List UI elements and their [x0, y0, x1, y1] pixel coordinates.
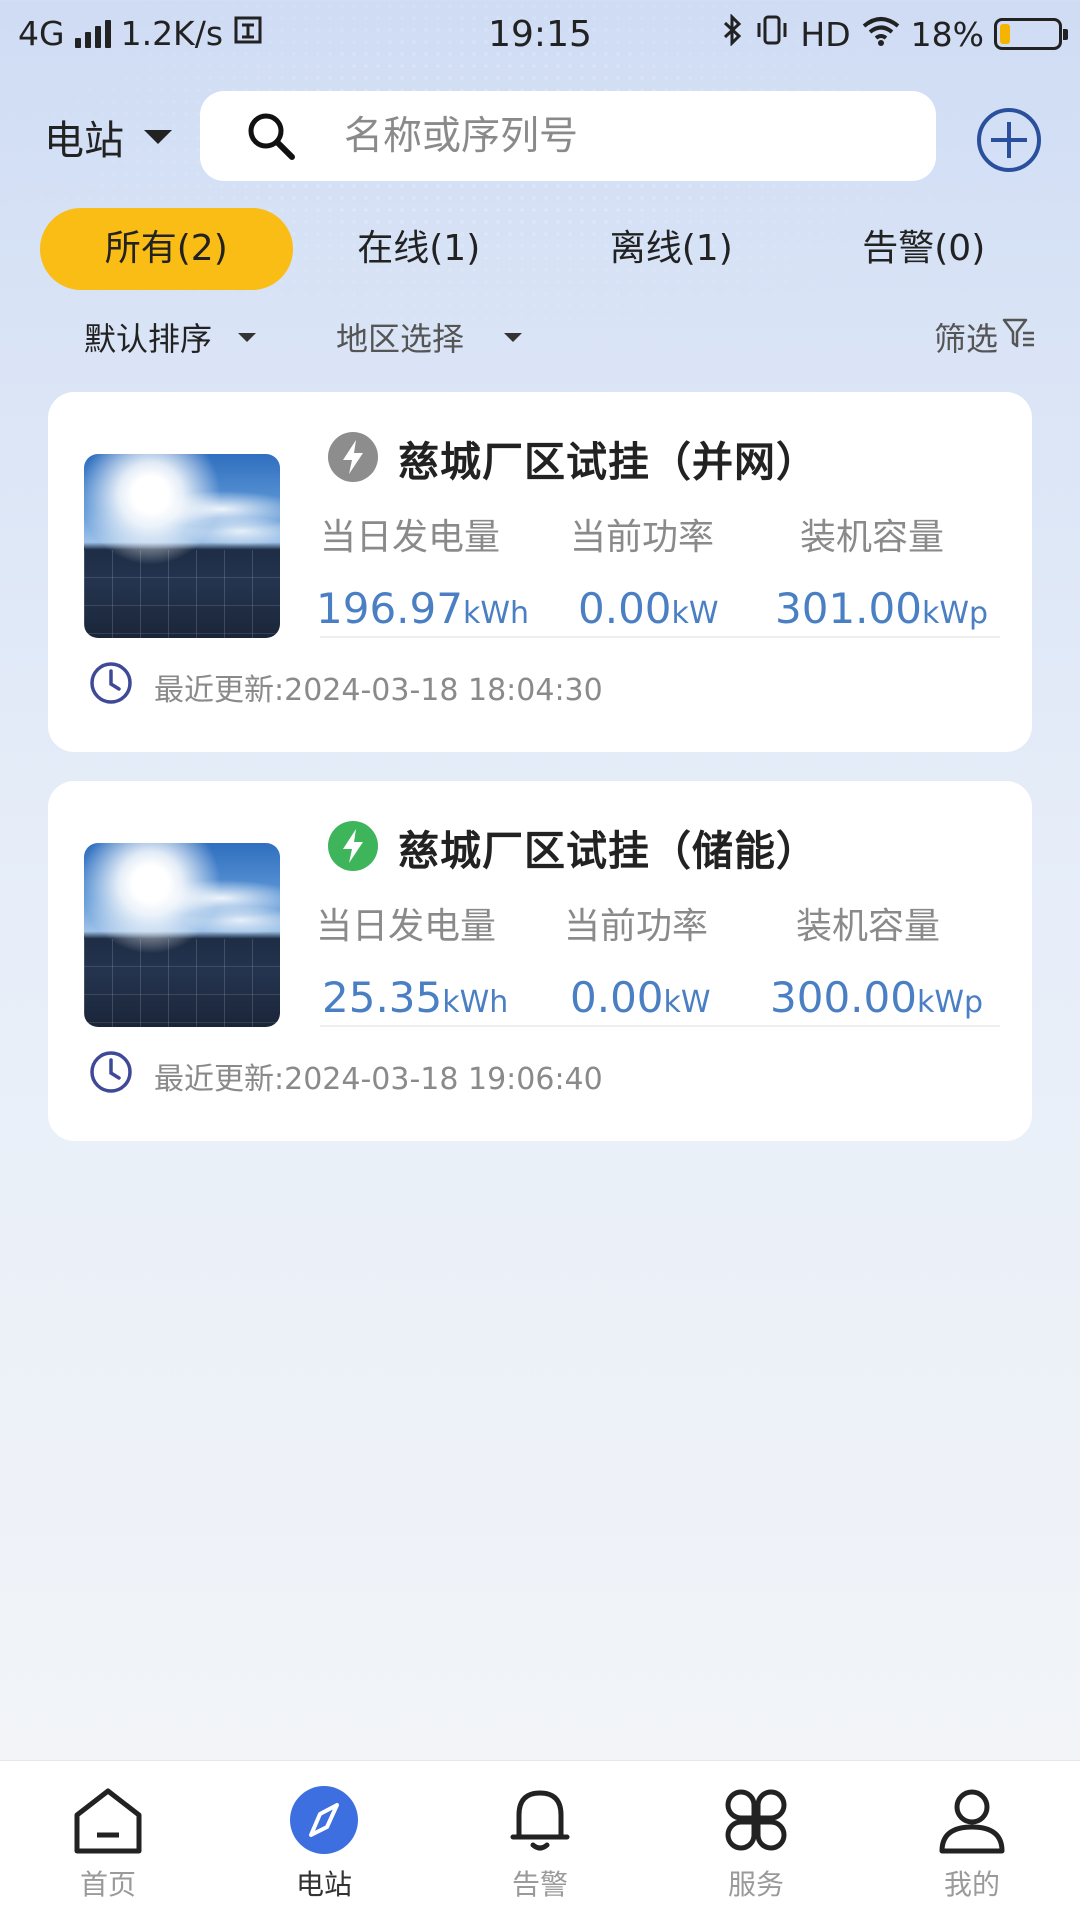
station-type-dropdown[interactable]: 电站 — [44, 108, 172, 166]
station-name: 慈城厂区试挂（储能） — [398, 827, 818, 875]
current-power-unit: kW — [671, 596, 719, 631]
daily-energy-unit: kWh — [442, 985, 509, 1020]
nav-alarm[interactable]: 告警 — [432, 1761, 648, 1920]
battery-fill — [1000, 24, 1010, 44]
station-card[interactable]: 慈城厂区试挂（储能） 当日发电量 当前功率 装机容量 25.35kWh 0.00… — [48, 781, 1032, 1141]
nav-station-label: 电站 — [295, 1868, 352, 1901]
last-updated-text: 最近更新:2024-03-18 18:04:30 — [154, 673, 603, 708]
sort-dropdown[interactable]: 默认排序 — [84, 314, 257, 360]
capacity-value: 301.00kWp — [775, 584, 988, 633]
sort-label: 默认排序 — [84, 320, 213, 358]
nav-alarm-label: 告警 — [511, 1868, 568, 1901]
nav-service-label: 服务 — [727, 1868, 784, 1901]
station-stats: 当日发电量 当前功率 装机容量 25.35kWh 0.00kW 300.00kW… — [316, 897, 1000, 1027]
daily-energy-value: 196.97kWh — [316, 584, 529, 633]
tab-online[interactable]: 在线(1) — [293, 208, 546, 290]
sort-filter-row: 默认排序 地区选择 筛选 — [0, 310, 1080, 360]
region-dropdown[interactable]: 地区选择 — [336, 314, 523, 360]
filter-icon — [1002, 317, 1036, 357]
current-power-number: 0.00 — [570, 973, 664, 1022]
battery-percent: 18% — [910, 14, 984, 54]
capacity-label: 装机容量 — [796, 906, 941, 947]
current-power-value: 0.00kW — [578, 584, 719, 633]
daily-energy-number: 25.35 — [322, 973, 443, 1022]
chevron-down-icon — [238, 332, 257, 342]
nav-profile-label: 我的 — [943, 1868, 1000, 1901]
tab-all[interactable]: 所有(2) — [40, 208, 293, 290]
capacity-unit: kWp — [916, 985, 984, 1020]
current-power-label: 当前功率 — [564, 906, 709, 947]
capacity-number: 301.00 — [775, 584, 922, 633]
hd-indicator: HD — [800, 14, 851, 54]
station-stats: 当日发电量 当前功率 装机容量 196.97kWh 0.00kW 301.00k… — [316, 508, 1000, 638]
station-thumbnail — [84, 454, 280, 638]
filter-button[interactable]: 筛选 — [934, 314, 1036, 360]
capacity-unit: kWp — [921, 596, 989, 631]
daily-energy-label: 当日发电量 — [320, 517, 501, 558]
clock-icon — [88, 660, 134, 714]
add-circle-icon — [977, 108, 1041, 172]
status-bar: 4G 1.2K/s 19:15 HD 18% — [0, 0, 1080, 70]
online-status-icon — [328, 821, 378, 871]
daily-energy-label: 当日发电量 — [316, 906, 497, 947]
status-right: HD 18% — [722, 13, 1068, 54]
capacity-value: 300.00kWp — [770, 973, 983, 1022]
last-updated: 最近更新:2024-03-18 19:06:40 — [88, 1049, 603, 1103]
user-icon — [937, 1785, 1007, 1855]
wifi-icon — [861, 15, 901, 54]
home-icon — [73, 1785, 143, 1855]
bottom-nav: 首页 电站 告警 服务 我的 — [0, 1760, 1080, 1920]
current-power-label: 当前功率 — [570, 517, 715, 558]
vibrate-icon — [754, 14, 790, 54]
current-power-number: 0.00 — [578, 584, 672, 633]
search-bar[interactable] — [200, 91, 936, 181]
bluetooth-icon — [722, 13, 744, 54]
tab-offline[interactable]: 离线(1) — [545, 208, 798, 290]
station-name: 慈城厂区试挂（并网） — [398, 438, 818, 486]
current-power-value: 0.00kW — [570, 973, 711, 1022]
current-power-unit: kW — [663, 985, 711, 1020]
compass-icon — [289, 1785, 359, 1855]
station-card[interactable]: 慈城厂区试挂（并网） 当日发电量 当前功率 装机容量 196.97kWh 0.0… — [48, 392, 1032, 752]
nav-home[interactable]: 首页 — [0, 1761, 216, 1920]
daily-energy-number: 196.97 — [316, 584, 463, 633]
last-updated: 最近更新:2024-03-18 18:04:30 — [88, 660, 603, 714]
tab-alarm[interactable]: 告警(0) — [798, 208, 1051, 290]
service-grid-icon — [721, 1785, 791, 1855]
nav-station[interactable]: 电站 — [216, 1761, 432, 1920]
search-icon — [244, 109, 298, 167]
capacity-number: 300.00 — [770, 973, 917, 1022]
region-label: 地区选择 — [336, 320, 465, 358]
nav-home-label: 首页 — [79, 1868, 136, 1901]
filter-label: 筛选 — [933, 320, 998, 358]
add-station-button[interactable] — [975, 106, 1043, 174]
capacity-label: 装机容量 — [800, 517, 945, 558]
battery-icon — [994, 18, 1068, 50]
clock-icon — [88, 1049, 134, 1103]
status-tabs: 所有(2) 在线(1) 离线(1) 告警(0) — [40, 208, 1050, 290]
daily-energy-value: 25.35kWh — [322, 973, 508, 1022]
last-updated-text: 最近更新:2024-03-18 19:06:40 — [154, 1062, 603, 1097]
offline-status-icon — [328, 432, 378, 482]
bell-icon — [505, 1785, 575, 1855]
chevron-down-icon — [504, 332, 523, 342]
station-thumbnail — [84, 843, 280, 1027]
nav-profile[interactable]: 我的 — [864, 1761, 1080, 1920]
station-type-label: 电站 — [44, 118, 124, 164]
search-input[interactable] — [344, 105, 904, 167]
chevron-down-icon — [144, 130, 172, 144]
daily-energy-unit: kWh — [462, 596, 530, 631]
nav-service[interactable]: 服务 — [648, 1761, 864, 1920]
